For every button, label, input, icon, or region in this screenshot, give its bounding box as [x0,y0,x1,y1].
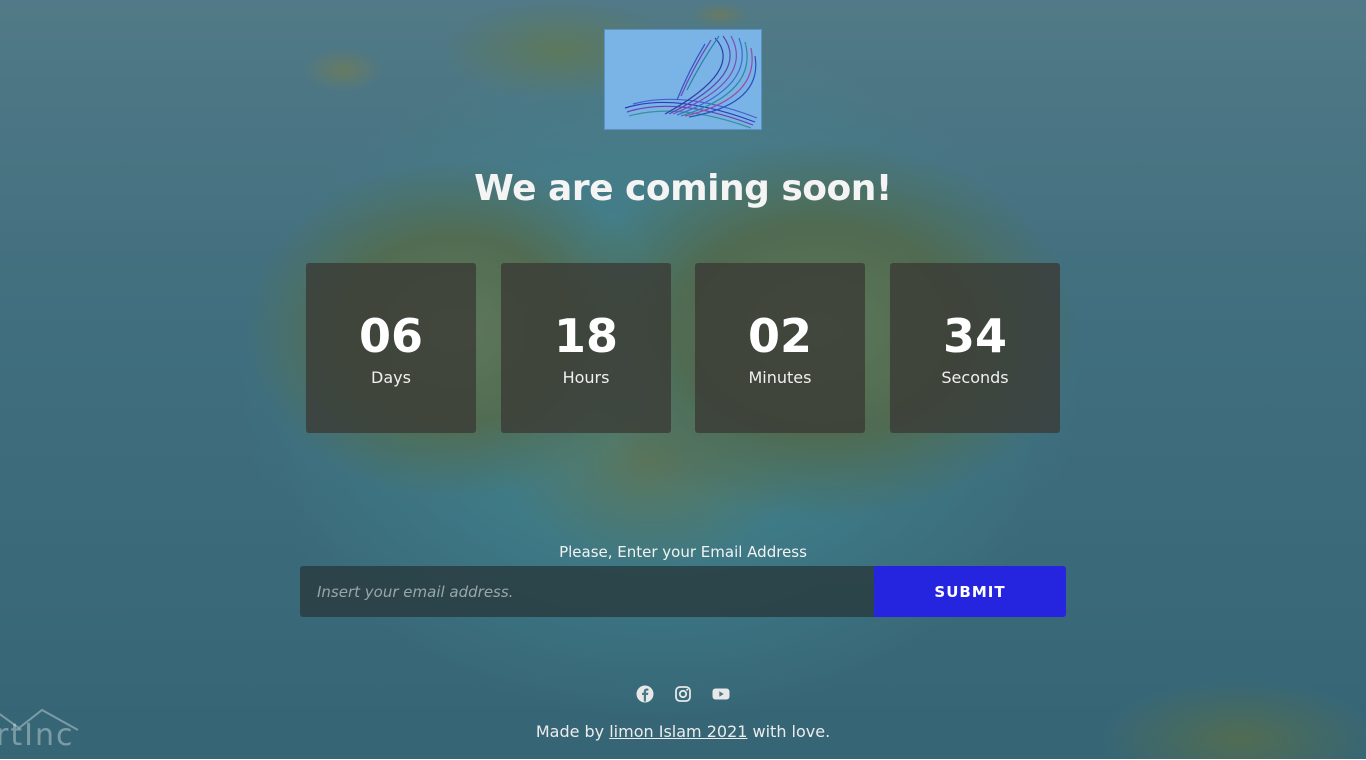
subscribe-form: SUBMIT [300,566,1066,617]
submit-button[interactable]: SUBMIT [874,566,1066,617]
countdown-label: Hours [501,368,671,387]
email-prompt: Please, Enter your Email Address [0,543,1366,561]
countdown-hours: 18 Hours [501,263,671,433]
facebook-icon[interactable] [635,684,655,708]
countdown-label: Seconds [890,368,1060,387]
brand-logo [604,29,762,130]
email-input[interactable] [300,566,874,617]
countdown-value: 02 [695,309,865,363]
youtube-icon[interactable] [711,684,731,708]
author-link[interactable]: limon Islam 2021 [609,722,747,741]
countdown-value: 18 [501,309,671,363]
countdown-days: 06 Days [306,263,476,433]
countdown-value: 06 [306,309,476,363]
page-title: We are coming soon! [0,168,1366,209]
countdown-label: Minutes [695,368,865,387]
social-links [0,684,1366,708]
countdown-label: Days [306,368,476,387]
footer-suffix: with love. [747,722,830,741]
instagram-icon[interactable] [673,684,693,708]
countdown-seconds: 34 Seconds [890,263,1060,433]
countdown-minutes: 02 Minutes [695,263,865,433]
footer-prefix: Made by [536,722,609,741]
countdown-value: 34 [890,309,1060,363]
footer: Made by limon Islam 2021 with love. [0,722,1366,741]
